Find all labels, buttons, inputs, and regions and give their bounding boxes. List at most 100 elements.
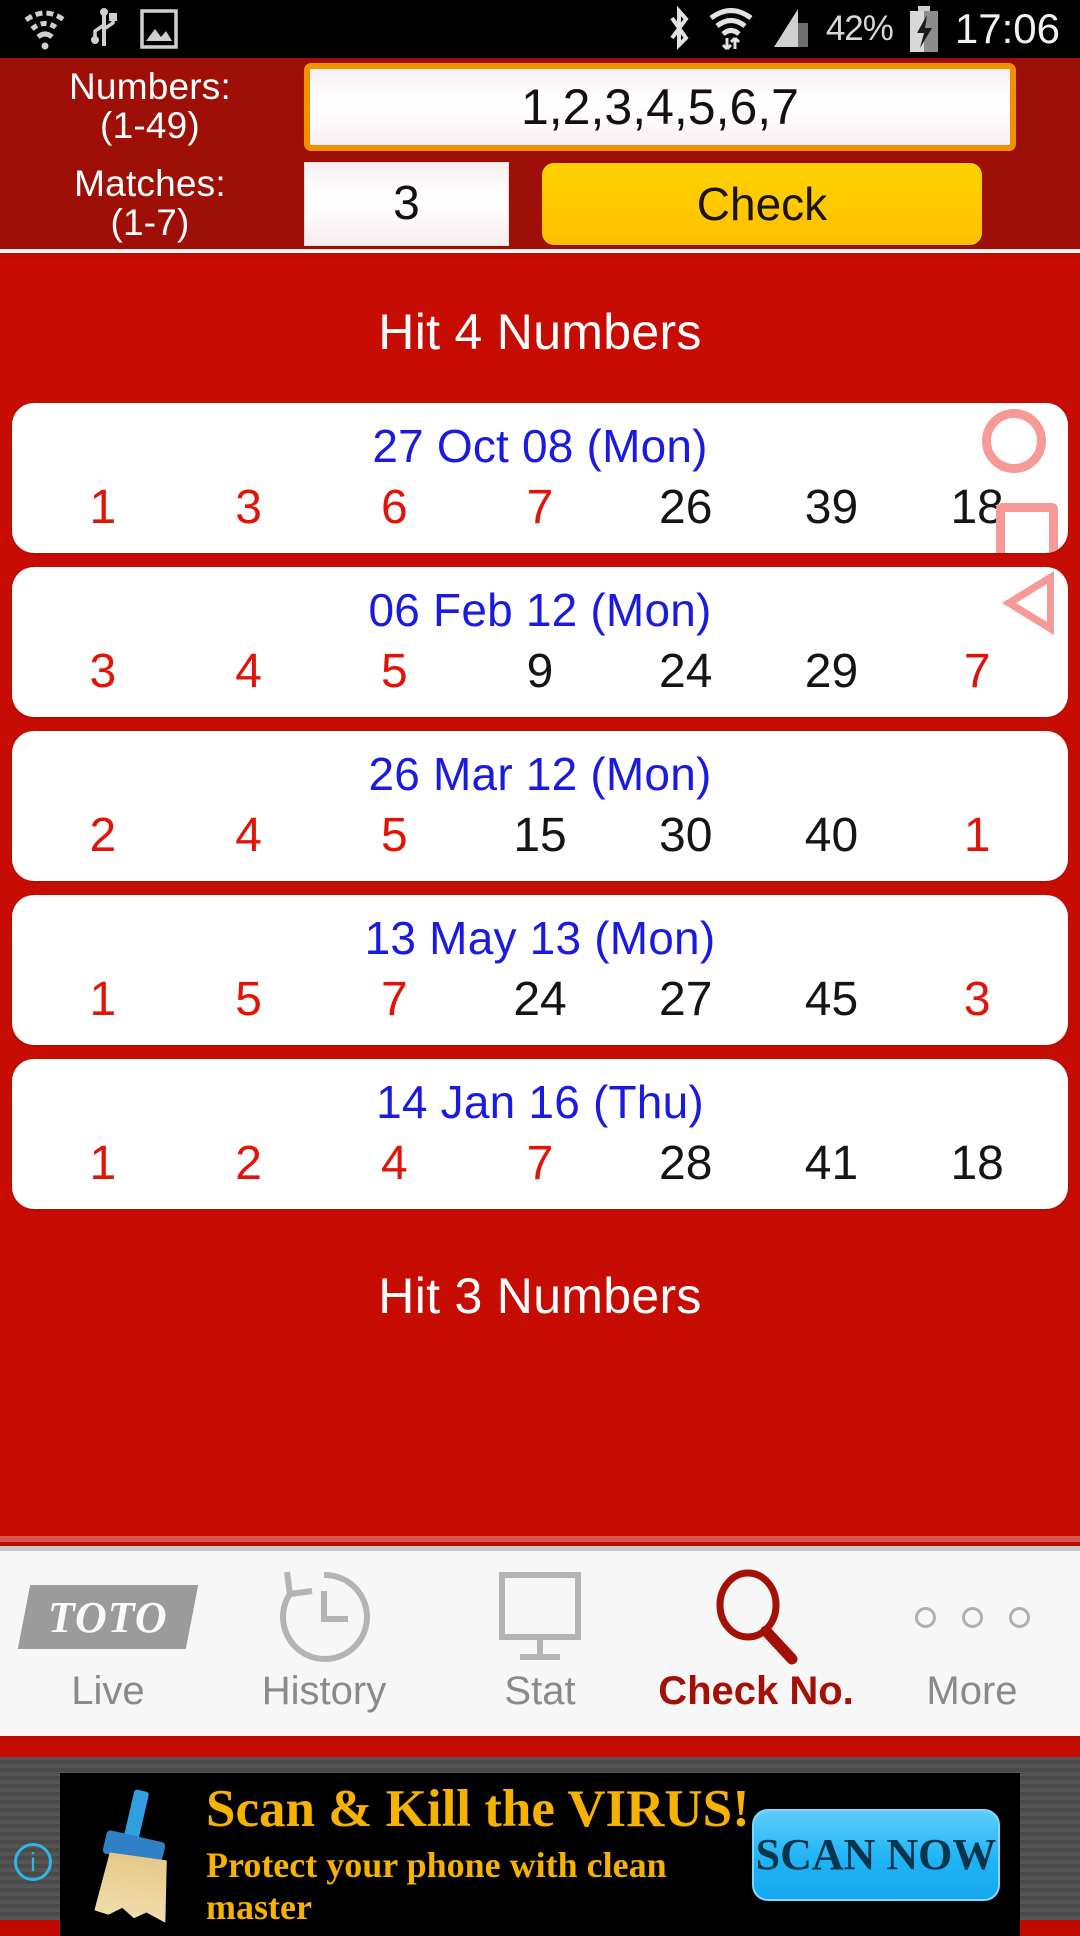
check-button[interactable]: Check <box>542 162 982 245</box>
draw-number: 15 <box>513 809 567 862</box>
status-bar-clock: 17:06 <box>954 5 1060 52</box>
draw-number: 7 <box>963 645 991 698</box>
ad-banner[interactable]: Scan & Kill the VIRUS! Protect your phon… <box>60 1773 1020 1936</box>
ad-headline: Scan & Kill the VIRUS! <box>206 1780 750 1839</box>
draw-number: 3 <box>235 481 262 534</box>
draw-number: 45 <box>804 973 859 1026</box>
draw-number: 2 <box>89 809 117 862</box>
draw-number: 40 <box>804 809 859 862</box>
tab-label: Check No. <box>658 1669 854 1713</box>
tab-live[interactable]: TOTO Live <box>0 1551 216 1736</box>
numbers-label: Numbers: <box>69 66 231 108</box>
draw-number: 4 <box>380 1137 408 1190</box>
draw-numbers: 1 2 4 7 28 41 18 <box>12 1133 1068 1195</box>
toto-logo-icon: TOTO <box>17 1567 199 1667</box>
numbers-row: Numbers: (1-49) 1,2,3,4,5,6,7 <box>0 58 1080 155</box>
usb-icon <box>91 8 117 46</box>
results-scroll-area[interactable]: Hit 4 Numbers 27 Oct 08 (Mon) 1 3 6 7 26… <box>0 257 1080 1542</box>
tab-more[interactable]: More <box>864 1551 1080 1736</box>
draw-number: 24 <box>513 973 567 1026</box>
clock-rewind-icon <box>274 1567 374 1667</box>
scrollbar[interactable] <box>0 1536 1080 1542</box>
draw-number: 3 <box>963 973 991 1026</box>
broom-icon <box>88 1788 184 1920</box>
tab-label: Stat <box>504 1669 576 1713</box>
draw-number: 1 <box>89 1137 117 1190</box>
draw-number: 18 <box>950 481 1004 534</box>
draw-date: 14 Jan 16 (Thu) <box>376 1076 704 1128</box>
section-hit-3: Hit 3 Numbers <box>0 1223 1080 1325</box>
tab-history[interactable]: History <box>216 1551 432 1736</box>
draw-number: 41 <box>804 1137 859 1190</box>
tab-label: More <box>926 1669 1018 1713</box>
query-header: Numbers: (1-49) 1,2,3,4,5,6,7 Matches: (… <box>0 58 1080 253</box>
draw-number: 30 <box>659 809 713 862</box>
tab-label: History <box>261 1669 387 1713</box>
draw-numbers: 1 3 6 7 26 39 18 <box>12 477 1068 539</box>
battery-percent: 42% <box>825 9 894 48</box>
status-bar-right-icons: 42% 17:06 <box>664 5 1080 53</box>
draw-number: 29 <box>804 645 859 698</box>
three-dots-icon <box>914 1567 1030 1667</box>
status-bar: 42% 17:06 <box>0 0 1080 58</box>
draw-number: 5 <box>380 645 408 698</box>
draw-number: 27 <box>659 973 713 1026</box>
tab-check-no[interactable]: Check No. <box>648 1551 864 1736</box>
draw-date: 26 Mar 12 (Mon) <box>368 748 712 800</box>
draw-number: 7 <box>526 1137 554 1190</box>
draw-number: 4 <box>235 645 262 698</box>
draw-number: 6 <box>380 481 408 534</box>
draw-card[interactable]: 14 Jan 16 (Thu) 1 2 4 7 28 41 18 <box>12 1059 1068 1209</box>
image-icon <box>140 9 178 49</box>
bottom-tab-bar: TOTO Live History Stat Check No. More <box>0 1546 1080 1736</box>
draw-number: 1 <box>963 809 991 862</box>
magnifier-icon <box>706 1567 806 1667</box>
ad-subline: Protect your phone with clean master <box>206 1844 667 1927</box>
status-bar-left-icons <box>0 7 178 51</box>
draw-card[interactable]: 13 May 13 (Mon) 1 5 7 24 27 45 3 <box>12 895 1068 1045</box>
draw-number: 18 <box>950 1137 1004 1190</box>
matches-label-group: Matches: (1-7) <box>0 165 300 241</box>
wifi-icon <box>709 8 753 51</box>
draw-number: 26 <box>659 481 713 534</box>
tab-stat[interactable]: Stat <box>432 1551 648 1736</box>
ad-text-block: Scan & Kill the VIRUS! Protect your phon… <box>184 1781 752 1927</box>
draw-numbers: 2 4 5 15 30 40 1 <box>12 805 1068 867</box>
toto-logo-text: TOTO <box>48 1592 168 1642</box>
tab-label: Live <box>71 1669 145 1713</box>
draw-numbers: 1 5 7 24 27 45 3 <box>12 969 1068 1031</box>
numbers-range: (1-49) <box>100 104 200 146</box>
draw-number: 39 <box>804 481 859 534</box>
wifi-question-icon <box>24 10 66 50</box>
numbers-input[interactable]: 1,2,3,4,5,6,7 <box>304 62 1016 151</box>
draw-number: 1 <box>89 973 117 1026</box>
monitor-icon <box>490 1567 590 1667</box>
draw-number: 5 <box>235 973 262 1026</box>
matches-range: (1-7) <box>110 201 190 243</box>
draw-numbers: 3 4 5 9 24 29 7 <box>12 641 1068 703</box>
draw-date: 06 Feb 12 (Mon) <box>368 584 712 636</box>
draw-number: 9 <box>526 645 554 698</box>
section-hit-4: Hit 4 Numbers <box>0 257 1080 403</box>
bluetooth-icon <box>670 6 689 50</box>
matches-input[interactable]: 3 <box>304 161 509 246</box>
draw-number: 7 <box>380 973 408 1026</box>
info-icon[interactable]: i <box>14 1843 52 1881</box>
draw-number: 1 <box>89 481 117 534</box>
battery-charging-icon <box>909 6 938 52</box>
draw-number: 28 <box>659 1137 713 1190</box>
draw-number: 2 <box>235 1137 262 1190</box>
section-title: Hit 3 Numbers <box>378 1268 702 1324</box>
ad-cta-button[interactable]: SCAN NOW <box>752 1808 1000 1901</box>
draw-card[interactable]: 27 Oct 08 (Mon) 1 3 6 7 26 39 18 <box>12 403 1068 553</box>
draw-card[interactable]: 26 Mar 12 (Mon) 2 4 5 15 30 40 1 <box>12 731 1068 881</box>
draw-number: 5 <box>380 809 408 862</box>
draw-number: 4 <box>235 809 262 862</box>
section-title: Hit 4 Numbers <box>378 304 702 360</box>
matches-label: Matches: <box>74 163 226 205</box>
cellular-signal-icon <box>773 9 808 47</box>
numbers-label-group: Numbers: (1-49) <box>0 68 300 144</box>
draw-number: 7 <box>526 481 554 534</box>
matches-row: Matches: (1-7) 3 Check <box>0 155 1080 252</box>
draw-card[interactable]: 06 Feb 12 (Mon) 3 4 5 9 24 29 7 <box>12 567 1068 717</box>
